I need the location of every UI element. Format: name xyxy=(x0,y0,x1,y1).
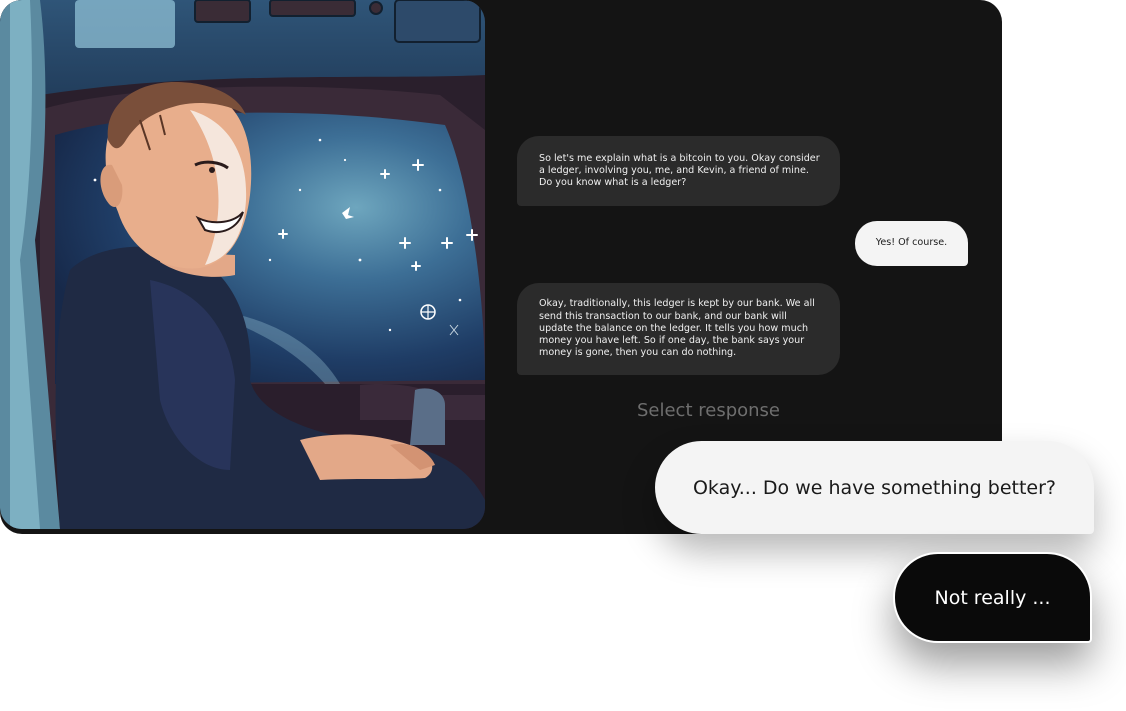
player-message-bubble: Yes! Of course. xyxy=(855,221,968,266)
response-option-label: Okay... Do we have something better? xyxy=(692,476,1057,499)
response-option-2[interactable]: Not really ... xyxy=(893,552,1092,643)
select-response-label: Select response xyxy=(636,400,780,421)
npc-message-text: Okay, traditionally, this ledger is kept… xyxy=(539,298,815,359)
response-option-label: Not really ... xyxy=(934,586,1051,609)
response-option-1[interactable]: Okay... Do we have something better? xyxy=(655,441,1094,534)
dialogue-screen: So let's me explain what is a bitcoin to… xyxy=(0,0,1126,711)
npc-message-bubble: Okay, traditionally, this ledger is kept… xyxy=(517,283,840,375)
player-message-text: Yes! Of course. xyxy=(875,237,948,249)
character-illustration xyxy=(0,0,485,529)
npc-message-text: So let's me explain what is a bitcoin to… xyxy=(539,152,820,189)
npc-message-bubble: So let's me explain what is a bitcoin to… xyxy=(517,136,840,206)
